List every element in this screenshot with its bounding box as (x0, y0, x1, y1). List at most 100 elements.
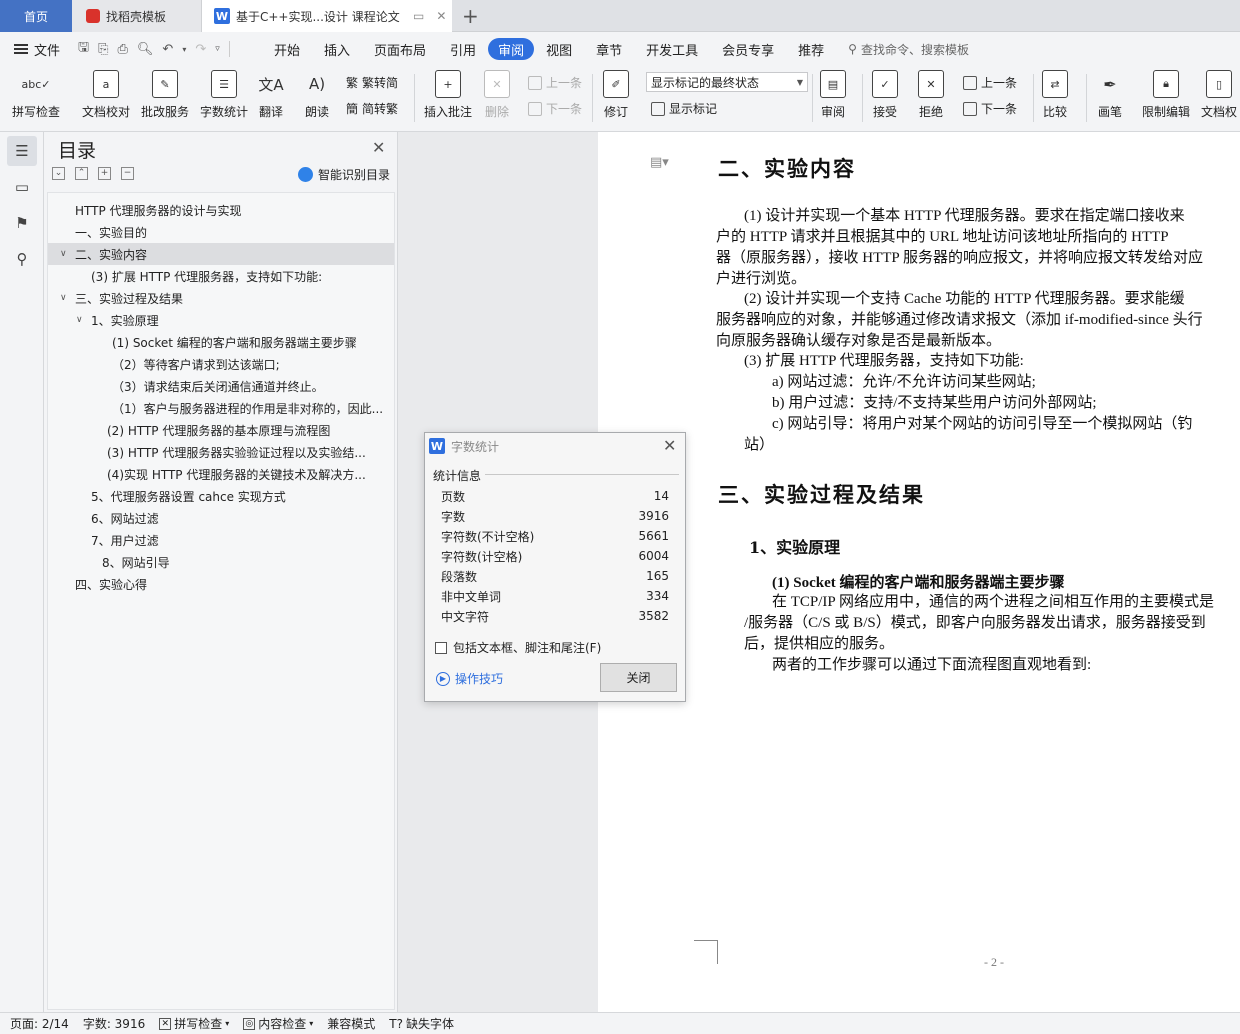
chevron-down-icon[interactable]: ∨ (60, 293, 67, 303)
content-check-status[interactable]: ◎ 内容检查 ▾ (243, 1015, 313, 1032)
review-pane-button[interactable]: ▤ 审阅 (820, 70, 846, 120)
toc-item[interactable]: (1) Socket 编程的客户端和服务器端主要步骤 (48, 331, 394, 353)
menu-start[interactable]: 开始 (262, 38, 312, 60)
accept-button[interactable]: ✓ 接受 (872, 70, 898, 120)
quick-access-toolbar: 🖫 ⎘ ⎙ 🔍︎ ↶ ▾ ↷ ▿ (72, 38, 262, 60)
toc-item[interactable]: （3）请求结束后关闭通信通道并终止。 (48, 375, 394, 397)
dialog-titlebar[interactable]: W 字数统计 (425, 433, 685, 459)
toc-item[interactable]: (4)实现 HTTP 代理服务器的关键技术及解决方... (48, 463, 394, 485)
menu-references[interactable]: 引用 (438, 38, 488, 60)
prev-change-button[interactable]: 上一条 (963, 74, 1017, 91)
window-mode-icon[interactable]: ▭ (413, 9, 424, 23)
print-preview-icon[interactable]: 🔍︎ (137, 42, 154, 57)
undo-dropdown-icon[interactable]: ▾ (182, 45, 186, 54)
menu-view[interactable]: 视图 (534, 38, 584, 60)
toc-item[interactable]: ∨ 1、实验原理 (48, 309, 394, 331)
tab-home[interactable]: 首页 (0, 0, 72, 32)
menu-dev-tools[interactable]: 开发工具 (634, 38, 710, 60)
delete-comment-button[interactable]: ✕ 删除 (484, 70, 510, 120)
close-icon[interactable]: ✕ (663, 436, 676, 455)
close-icon[interactable]: ✕ (372, 138, 385, 157)
command-search[interactable]: ⚲ 查找命令、搜索模板 (848, 41, 969, 58)
word-count-indicator[interactable]: 字数: 3916 (83, 1015, 145, 1032)
spell-check-button[interactable]: abc✓ 拼写检查 (12, 70, 60, 120)
toc-panel-icon[interactable]: ☰ (7, 136, 37, 166)
word-count-button[interactable]: ☰ 字数统计 (200, 70, 248, 120)
word-count-icon: ☰ (211, 70, 237, 98)
trad-to-simp-button[interactable]: 繁繁转简 (346, 74, 398, 91)
next-comment-button[interactable]: 下一条 (528, 100, 582, 117)
menu-insert[interactable]: 插入 (312, 38, 362, 60)
prev-comment-button[interactable]: 上一条 (528, 74, 582, 91)
stat-value: 165 (646, 569, 669, 583)
compare-label: 比较 (1042, 105, 1067, 119)
restrict-editing-button[interactable]: 🔒︎ 限制编辑 (1142, 70, 1190, 120)
export-pdf-icon[interactable]: ⎘ (98, 42, 108, 57)
smart-toc-button[interactable]: 智能识别目录 (298, 166, 390, 183)
pen-button[interactable]: ✒ 画笔 (1097, 70, 1123, 120)
reject-button[interactable]: ✕ 拒绝 (918, 70, 944, 120)
page-indicator[interactable]: 页面: 2/14 (10, 1015, 69, 1032)
tips-link[interactable]: ▶ 操作技巧 (436, 670, 503, 687)
translate-button[interactable]: 文A 翻译 (258, 70, 284, 120)
toc-item[interactable]: (2) HTTP 代理服务器的基本原理与流程图 (48, 419, 394, 441)
toc-item[interactable]: (3) 扩展 HTTP 代理服务器，支持如下功能: (48, 265, 394, 287)
include-footnotes-checkbox[interactable]: 包括文本框、脚注和尾注(F) (435, 639, 601, 656)
toc-item-selected[interactable]: ∨ 二、实验内容 (48, 243, 394, 265)
markup-state-select[interactable]: 显示标记的最终状态 ▼ (646, 72, 808, 92)
new-tab-button[interactable]: + (462, 4, 479, 28)
save-icon[interactable]: 🖫 (78, 38, 89, 60)
compare-button[interactable]: ⇄ 比较 (1042, 70, 1068, 120)
search-icon[interactable]: ⚲ (7, 244, 37, 274)
customize-toolbar-icon[interactable]: ▿ (215, 44, 220, 54)
menu-recommend[interactable]: 推荐 (786, 38, 836, 60)
missing-font-status[interactable]: T? 缺失字体 (389, 1015, 454, 1032)
remove-heading-icon[interactable]: − (121, 167, 134, 180)
toc-item[interactable]: 8、网站引导 (48, 551, 394, 573)
file-menu[interactable]: 文件 (0, 40, 72, 59)
collapse-all-icon[interactable]: ⌃ (75, 167, 88, 180)
toc-item[interactable]: 一、实验目的 (48, 221, 394, 243)
read-aloud-button[interactable]: A) 朗读 (304, 70, 330, 120)
chevron-down-icon[interactable]: ∨ (76, 315, 83, 325)
toc-item[interactable]: HTTP 代理服务器的设计与实现 (48, 199, 394, 221)
toc-item[interactable]: 6、网站过滤 (48, 507, 394, 529)
expand-all-icon[interactable]: ⌄ (52, 167, 65, 180)
simp-to-trad-button[interactable]: 簡简转繁 (346, 100, 398, 117)
undo-icon[interactable]: ↶ (162, 42, 173, 57)
toc-item[interactable]: （2）等待客户请求到达该端口; (48, 353, 394, 375)
doc-proof-button[interactable]: a 文档校对 (82, 70, 130, 120)
page-view-icon[interactable]: ▤▾ (650, 155, 669, 170)
toc-item[interactable]: 5、代理服务器设置 cahce 实现方式 (48, 485, 394, 507)
checkbox-icon[interactable] (435, 641, 447, 654)
bookmark-icon[interactable]: ⚑ (7, 208, 37, 238)
menu-review[interactable]: 审阅 (488, 38, 535, 60)
print-icon[interactable]: ⎙ (117, 42, 127, 57)
missing-font-label: 缺失字体 (406, 1017, 455, 1031)
close-tab-icon[interactable]: ✕ (436, 9, 446, 23)
menu-member[interactable]: 会员专享 (710, 38, 786, 60)
toc-item[interactable]: （1）客户与服务器进程的作用是非对称的，因此... (48, 397, 394, 419)
toc-item[interactable]: 四、实验心得 (48, 573, 394, 595)
correction-service-button[interactable]: ✎ 批改服务 (141, 70, 189, 120)
doc-permission-button[interactable]: ▯ 文档权 (1201, 70, 1237, 120)
toc-item-label: 三、实验过程及结果 (75, 291, 184, 306)
tab-templates[interactable]: 找稻壳模板 (72, 0, 202, 32)
menu-page-layout[interactable]: 页面布局 (362, 38, 438, 60)
tab-document[interactable]: W 基于C++实现...设计 课程论文 ▭ ✕ (202, 0, 452, 32)
close-button[interactable]: 关闭 (600, 663, 677, 692)
next-change-button[interactable]: 下一条 (963, 100, 1017, 117)
toc-item[interactable]: 7、用户过滤 (48, 529, 394, 551)
add-heading-icon[interactable]: + (98, 167, 111, 180)
track-changes-button[interactable]: ✐ 修订 (603, 70, 629, 120)
chapter-nav-icon[interactable]: ▭ (7, 172, 37, 202)
show-markup-button[interactable]: 显示标记 (651, 100, 717, 117)
toc-item[interactable]: (3) HTTP 代理服务器实验验证过程以及实验结... (48, 441, 394, 463)
chevron-down-icon[interactable]: ∨ (60, 249, 67, 259)
next-change-label: 下一条 (981, 102, 1018, 116)
toc-item[interactable]: ∨ 三、实验过程及结果 (48, 287, 394, 309)
insert-comment-button[interactable]: + 插入批注 (424, 70, 472, 120)
spell-check-status[interactable]: ✕ 拼写检查 ▾ (159, 1015, 229, 1032)
menu-section[interactable]: 章节 (584, 38, 634, 60)
redo-icon[interactable]: ↷ (195, 42, 206, 57)
